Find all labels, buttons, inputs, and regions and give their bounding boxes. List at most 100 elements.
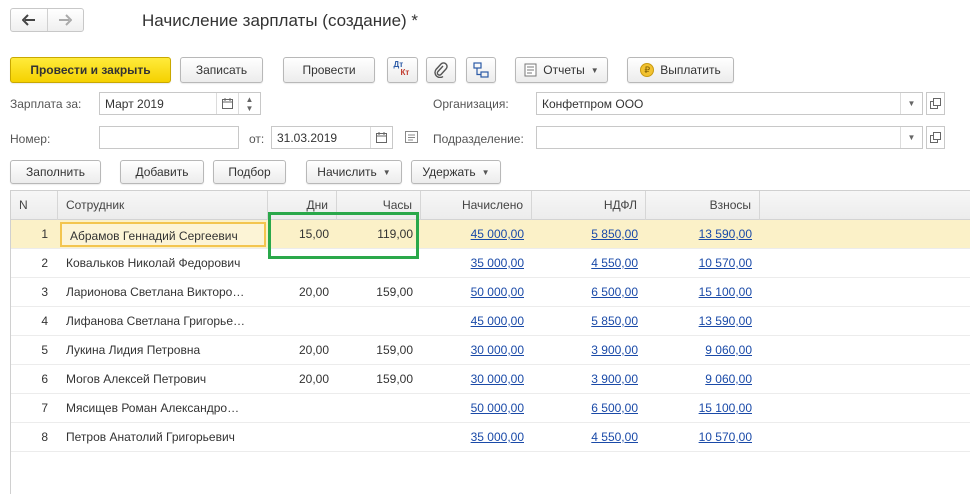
- withhold-button[interactable]: Удержать ▼: [411, 160, 501, 184]
- table-row[interactable]: 8 Петров Анатолий Григорьевич 35 000,00 4 5…: [11, 423, 970, 452]
- accrued-link[interactable]: 30 000,00: [421, 365, 532, 394]
- ndfl-link[interactable]: 3 900,00: [532, 336, 646, 365]
- highlight-frame: [268, 212, 419, 259]
- fill-label: Заполнить: [26, 165, 85, 179]
- employee-name[interactable]: Абрамов Геннадий Сергеевич: [60, 222, 266, 247]
- structure-button[interactable]: [466, 57, 496, 83]
- days-value: 20,00: [298, 372, 329, 386]
- employee-name[interactable]: Мясищев Роман Александро…: [58, 394, 268, 423]
- header-contributions[interactable]: Взносы: [646, 191, 760, 220]
- reports-label: Отчеты: [543, 63, 585, 77]
- ndfl-link[interactable]: 5 850,00: [532, 220, 646, 249]
- row-number: 5: [41, 343, 48, 357]
- open-organization-button[interactable]: [926, 92, 945, 115]
- row-number: 3: [41, 285, 48, 299]
- accrue-label: Начислить: [317, 165, 377, 179]
- accrued-link[interactable]: 50 000,00: [421, 278, 532, 307]
- contributions-link[interactable]: 10 570,00: [646, 423, 760, 452]
- salary-for-value: Март 2019: [105, 96, 164, 111]
- header-ndfl[interactable]: НДФЛ: [532, 191, 646, 220]
- dropdown-icon[interactable]: ▼: [900, 127, 922, 148]
- calendar-icon[interactable]: [216, 93, 238, 114]
- hours-value: [337, 394, 421, 423]
- comment-icon[interactable]: [405, 131, 418, 146]
- contributions-link[interactable]: 9 060,00: [646, 365, 760, 394]
- employee-name[interactable]: Петров Анатолий Григорьевич: [58, 423, 268, 452]
- pick-label: Подбор: [228, 165, 271, 179]
- table-row[interactable]: 6 Могов Алексей Петрович 20,00 159,00 30 000…: [11, 365, 970, 394]
- pick-button[interactable]: Подбор: [213, 160, 286, 184]
- department-field[interactable]: ▼: [536, 126, 923, 149]
- ndfl-link[interactable]: 5 850,00: [532, 307, 646, 336]
- pay-label: Выплатить: [660, 63, 721, 77]
- row-number: 2: [41, 256, 48, 270]
- accrued-link[interactable]: 45 000,00: [421, 307, 532, 336]
- accrued-link[interactable]: 30 000,00: [421, 336, 532, 365]
- table-row[interactable]: 7 Мясищев Роман Александро… 50 000,00 6 500…: [11, 394, 970, 423]
- chevron-down-icon: ▼: [590, 65, 599, 75]
- add-button[interactable]: Добавить: [120, 160, 204, 184]
- table-row[interactable]: 2 Ковальков Николай Федорович 35 000,00 4 5…: [11, 249, 970, 278]
- date-field[interactable]: 31.03.2019: [271, 126, 393, 149]
- organization-label: Организация:: [433, 97, 509, 111]
- contributions-link[interactable]: 10 570,00: [646, 249, 760, 278]
- ndfl-link[interactable]: 3 900,00: [532, 365, 646, 394]
- ndfl-link[interactable]: 4 550,00: [532, 423, 646, 452]
- save-button[interactable]: Записать: [180, 57, 263, 83]
- employee-name[interactable]: Могов Алексей Петрович: [58, 365, 268, 394]
- organization-field[interactable]: Конфетпром ООО ▼: [536, 92, 923, 115]
- row-number: 6: [41, 372, 48, 386]
- accrued-link[interactable]: 50 000,00: [421, 394, 532, 423]
- dropdown-icon[interactable]: ▼: [900, 93, 922, 114]
- hours-value: 159,00: [376, 343, 413, 357]
- ndfl-link[interactable]: 6 500,00: [532, 278, 646, 307]
- header-n[interactable]: N: [11, 191, 58, 220]
- hours-value: [337, 423, 421, 452]
- employee-name[interactable]: Лифанова Светлана Григорье…: [58, 307, 268, 336]
- header-accrued[interactable]: Начислено: [421, 191, 532, 220]
- spin-arrows-icon[interactable]: ▲ ▼: [238, 93, 260, 114]
- salary-for-label: Зарплата за:: [10, 97, 82, 111]
- row-number: 4: [41, 314, 48, 328]
- arrow-right-icon[interactable]: [48, 9, 84, 31]
- attach-button[interactable]: [426, 57, 456, 83]
- table-header: N Сотрудник Дни Часы Начислено НДФЛ Взно…: [11, 191, 970, 220]
- open-icon: [930, 132, 941, 143]
- accrued-link[interactable]: 35 000,00: [421, 249, 532, 278]
- department-label: Подразделение:: [433, 132, 524, 146]
- table-row[interactable]: 5 Лукина Лидия Петровна 20,00 159,00 30 000,…: [11, 336, 970, 365]
- chevron-down-icon: ▼: [481, 167, 490, 177]
- salary-for-field[interactable]: Март 2019 ▲ ▼: [99, 92, 261, 115]
- fill-button[interactable]: Заполнить: [10, 160, 101, 184]
- table-row[interactable]: 3 Ларионова Светлана Викторо… 20,00 159,00 5…: [11, 278, 970, 307]
- header-employee[interactable]: Сотрудник: [58, 191, 268, 220]
- ndfl-link[interactable]: 4 550,00: [532, 249, 646, 278]
- contributions-link[interactable]: 13 590,00: [646, 220, 760, 249]
- post-button[interactable]: Провести: [283, 57, 375, 83]
- contributions-link[interactable]: 13 590,00: [646, 307, 760, 336]
- dt-kt-button[interactable]: Дт Кт: [387, 57, 418, 83]
- table-row[interactable]: 1 Абрамов Геннадий Сергеевич 15,00 119,00 45…: [11, 220, 970, 249]
- accrue-button[interactable]: Начислить ▼: [306, 160, 402, 184]
- post-and-close-button[interactable]: Провести и закрыть: [10, 57, 171, 83]
- employee-name[interactable]: Ковальков Николай Федорович: [58, 249, 268, 278]
- contributions-link[interactable]: 15 100,00: [646, 278, 760, 307]
- employee-name[interactable]: Лукина Лидия Петровна: [58, 336, 268, 365]
- accrued-link[interactable]: 35 000,00: [421, 423, 532, 452]
- post-label: Провести: [302, 63, 356, 77]
- reports-button[interactable]: Отчеты ▼: [515, 57, 608, 83]
- ndfl-link[interactable]: 6 500,00: [532, 394, 646, 423]
- number-field[interactable]: [99, 126, 239, 149]
- days-value: 20,00: [298, 285, 329, 299]
- paperclip-icon: [434, 62, 448, 78]
- arrow-left-icon[interactable]: [11, 9, 48, 31]
- employee-name[interactable]: Ларионова Светлана Викторо…: [58, 278, 268, 307]
- calendar-icon[interactable]: [370, 127, 392, 148]
- table-row[interactable]: 4 Лифанова Светлана Григорье… 45 000,00 5 8…: [11, 307, 970, 336]
- contributions-link[interactable]: 9 060,00: [646, 336, 760, 365]
- contributions-link[interactable]: 15 100,00: [646, 394, 760, 423]
- pay-button[interactable]: ₽ Выплатить: [627, 57, 734, 83]
- open-department-button[interactable]: [926, 126, 945, 149]
- accrued-link[interactable]: 45 000,00: [421, 220, 532, 249]
- coin-icon: ₽: [640, 63, 655, 77]
